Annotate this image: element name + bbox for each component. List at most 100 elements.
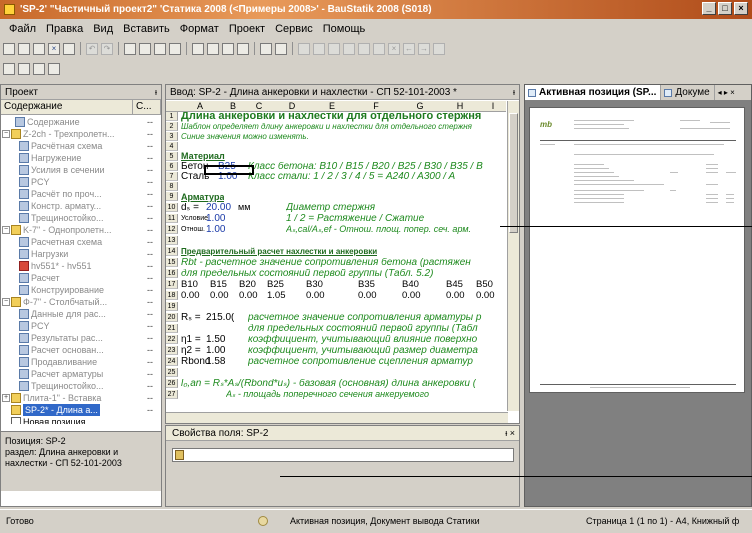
line-tool-icon[interactable] xyxy=(298,42,310,55)
menu-project[interactable]: Проект xyxy=(224,21,270,37)
tree-item[interactable]: Расчётная схема -- xyxy=(1,140,161,152)
tree-item[interactable]: PCY -- xyxy=(1,176,161,188)
tree-item[interactable]: Расчет -- xyxy=(1,272,161,284)
tree-item[interactable]: Расчет основан... -- xyxy=(1,344,161,356)
row-number[interactable]: 3 xyxy=(166,132,178,142)
tree-item[interactable]: Нагрузки -- xyxy=(1,248,161,260)
doc-blue-icon[interactable] xyxy=(3,62,15,75)
tree-item[interactable]: Данные для рас... -- xyxy=(1,308,161,320)
row-number[interactable]: 7 xyxy=(166,172,178,182)
col-header[interactable]: F xyxy=(352,101,400,112)
row-number[interactable]: 16 xyxy=(166,269,178,279)
col-c[interactable]: C... xyxy=(133,100,161,114)
tree-item[interactable]: Расчетная схема -- xyxy=(1,236,161,248)
tree-item[interactable]: Конструирование -- xyxy=(1,284,161,296)
col-header[interactable]: H xyxy=(440,101,480,112)
row-number[interactable]: 4 xyxy=(166,142,178,152)
maximize-button[interactable]: □ xyxy=(718,2,732,15)
tree-item-new[interactable]: Новая позиция... xyxy=(1,416,161,424)
rect-tool-icon[interactable] xyxy=(313,42,325,55)
row-number[interactable]: 18 xyxy=(166,291,178,301)
menu-view[interactable]: Вид xyxy=(88,21,118,37)
cut-icon[interactable] xyxy=(124,42,136,55)
pin-close-icon[interactable]: ᵻ × xyxy=(505,426,515,441)
row-number[interactable]: 14 xyxy=(166,247,178,257)
pin-icon[interactable]: ᵻ xyxy=(155,85,157,100)
tree-item[interactable]: Констр. армату... -- xyxy=(1,200,161,212)
row-number[interactable]: 5 xyxy=(166,152,178,162)
tree-item[interactable]: Содержание -- xyxy=(1,116,161,128)
save-icon[interactable] xyxy=(18,42,30,55)
doc-export-icon[interactable] xyxy=(33,62,45,75)
col-content[interactable]: Содержание xyxy=(1,100,133,114)
align-left-icon[interactable] xyxy=(328,42,340,55)
menu-file[interactable]: Файл xyxy=(4,21,41,37)
forward-icon[interactable]: → xyxy=(418,42,430,55)
undo-icon[interactable]: ↶ xyxy=(86,42,98,55)
pin-icon[interactable]: ᵻ xyxy=(513,85,515,99)
row-number[interactable]: 8 xyxy=(166,182,178,192)
ds-input[interactable]: 20.00 xyxy=(206,203,231,212)
grid-icon[interactable] xyxy=(260,42,272,55)
tree-item[interactable]: − Z-2ch - Трехпролетн... -- xyxy=(1,128,161,140)
layout-icon[interactable] xyxy=(275,42,287,55)
tree-item[interactable]: − K-7" - Однопролетн... -- xyxy=(1,224,161,236)
property-input[interactable] xyxy=(172,448,514,462)
tree-item[interactable]: Расчет арматуры -- xyxy=(1,368,161,380)
row-number[interactable]: 24 xyxy=(166,357,178,367)
tab-document[interactable]: Докуме xyxy=(661,85,715,100)
row-number[interactable]: 11 xyxy=(166,214,178,224)
row-number[interactable]: 1 xyxy=(166,112,178,122)
settings-icon[interactable] xyxy=(48,62,60,75)
col-header[interactable]: A xyxy=(180,101,220,112)
table-icon[interactable] xyxy=(343,42,355,55)
redo-icon[interactable]: ↷ xyxy=(101,42,113,55)
copy-icon[interactable] xyxy=(139,42,151,55)
row-number[interactable]: 13 xyxy=(166,236,178,246)
tree-item[interactable]: Результаты рас... -- xyxy=(1,332,161,344)
scroll-thumb[interactable] xyxy=(509,113,518,233)
otn-input[interactable]: 1.00 xyxy=(206,225,225,234)
menu-format[interactable]: Формат xyxy=(175,21,224,37)
row-number[interactable]: 20 xyxy=(166,313,178,323)
tree-item[interactable]: Трещиностойко... -- xyxy=(1,380,161,392)
insert-icon[interactable] xyxy=(373,42,385,55)
tree-item[interactable]: Продавливание -- xyxy=(1,356,161,368)
tree-item[interactable]: Усилия в сечении -- xyxy=(1,164,161,176)
row-number[interactable]: 9 xyxy=(166,192,178,202)
row-number[interactable]: 6 xyxy=(166,162,178,172)
doc-arrow-icon[interactable] xyxy=(18,62,30,75)
tree-item[interactable]: Нагружение -- xyxy=(1,152,161,164)
row-number[interactable]: 19 xyxy=(166,302,178,312)
col-header[interactable]: C xyxy=(246,101,272,112)
vertical-scrollbar[interactable] xyxy=(507,101,519,411)
row-number[interactable]: 23 xyxy=(166,346,178,356)
back-icon[interactable]: ← xyxy=(403,42,415,55)
col-header[interactable]: D xyxy=(272,101,312,112)
new-icon[interactable] xyxy=(3,42,15,55)
cond-input[interactable]: 1.00 xyxy=(206,214,225,223)
tab-scroll-arrows-icon[interactable]: ◂ ▸ × xyxy=(715,85,738,100)
remove-icon[interactable]: × xyxy=(388,42,400,55)
tree-item[interactable]: Трещиностойко... -- xyxy=(1,212,161,224)
row-number[interactable]: 2 xyxy=(166,122,178,132)
print-setup-icon[interactable] xyxy=(33,42,45,55)
calc-icon[interactable] xyxy=(169,42,181,55)
delete-icon[interactable]: × xyxy=(48,42,60,55)
tree-item[interactable]: hv551* - hv551 -- xyxy=(1,260,161,272)
menu-tools[interactable]: Сервис xyxy=(270,21,318,37)
row-number[interactable]: 22 xyxy=(166,335,178,345)
paste-icon[interactable] xyxy=(154,42,166,55)
tab-active-position[interactable]: Активная позиция (SP... xyxy=(525,85,662,100)
preview-icon[interactable] xyxy=(207,42,219,55)
tree-item[interactable]: PCY -- xyxy=(1,320,161,332)
horizontal-scrollbar[interactable] xyxy=(166,412,508,423)
chart-icon[interactable] xyxy=(358,42,370,55)
lock-icon[interactable] xyxy=(433,42,445,55)
row-number[interactable]: 21 xyxy=(166,324,178,334)
row-number[interactable]: 10 xyxy=(166,203,178,213)
zoom-in-icon[interactable] xyxy=(222,42,234,55)
tree-item[interactable]: + Плита-1" - Вставка -- xyxy=(1,392,161,404)
menu-help[interactable]: Помощь xyxy=(318,21,371,37)
row-number[interactable]: 27 xyxy=(166,390,178,400)
